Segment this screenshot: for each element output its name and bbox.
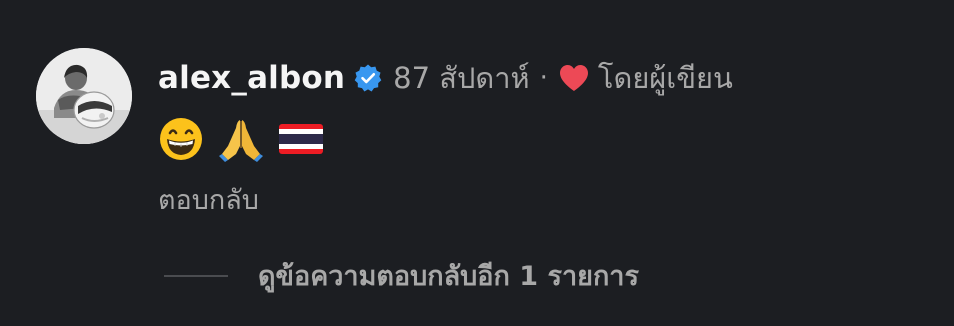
comment-timestamp: 87 สัปดาห์ xyxy=(393,61,530,95)
separator-dot: · xyxy=(539,63,548,93)
replies-divider-line xyxy=(164,274,228,277)
comment-body xyxy=(158,114,324,164)
avatar[interactable] xyxy=(36,48,132,144)
avatar-photo xyxy=(36,48,132,144)
folded-hands-emoji-icon xyxy=(218,116,264,162)
verified-badge-icon xyxy=(353,63,383,93)
view-replies-button[interactable]: ดูข้อความตอบกลับอีก 1 รายการ xyxy=(164,254,639,297)
grinning-face-emoji-icon xyxy=(158,116,204,162)
heart-icon xyxy=(558,63,590,93)
reply-button[interactable]: ตอบกลับ xyxy=(158,178,259,221)
username[interactable]: alex_albon xyxy=(158,60,345,96)
liked-by-author-label: โดยผู้เขียน xyxy=(597,61,733,95)
view-replies-label: ดูข้อความตอบกลับอีก 1 รายการ xyxy=(258,261,639,292)
thailand-flag-emoji-icon xyxy=(278,116,324,162)
comment-header: alex_albon 87 สัปดาห์ · โดยผู้เขียน xyxy=(158,56,733,100)
comment: alex_albon 87 สัปดาห์ · โดยผู้เขียน ตอบก… xyxy=(36,48,936,318)
